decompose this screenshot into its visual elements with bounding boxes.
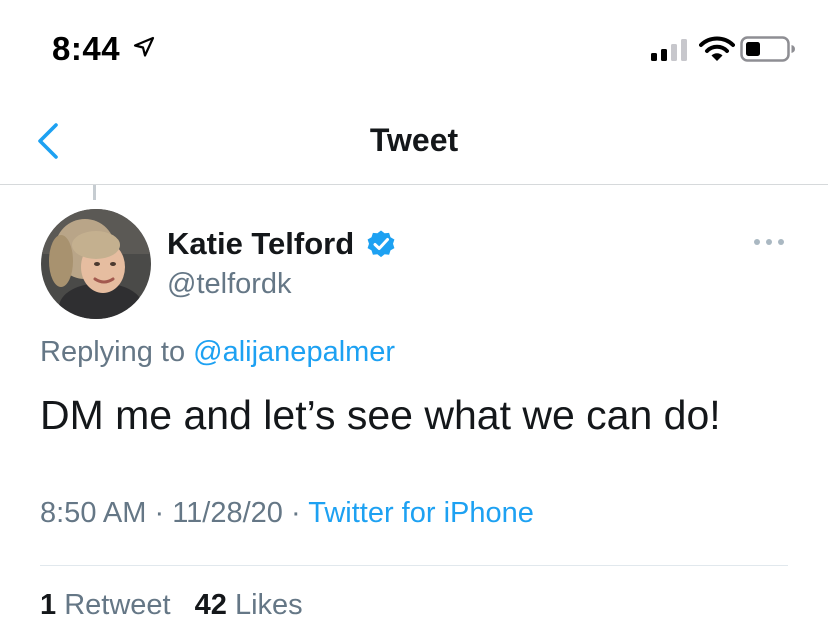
retweets-label: Retweet: [64, 589, 171, 621]
retweets-stat[interactable]: 1 Retweet: [40, 589, 171, 622]
author-name[interactable]: Katie Telford: [167, 226, 354, 262]
verified-badge-icon: [367, 230, 395, 258]
avatar[interactable]: [41, 209, 151, 319]
battery-icon: [740, 36, 795, 62]
tweet-source-link[interactable]: Twitter for iPhone: [308, 497, 534, 529]
more-options-icon[interactable]: [752, 232, 786, 252]
likes-label: Likes: [234, 589, 303, 621]
status-time: 8:44: [52, 30, 121, 67]
tweet-stats: 1 Retweet 42 Likes: [40, 589, 303, 622]
tweet-time: 8:50 AM: [40, 497, 147, 529]
likes-stat[interactable]: 42 Likes: [195, 589, 303, 622]
location-arrow-icon: [133, 36, 155, 57]
thread-connector-line: [93, 185, 96, 200]
wifi-icon: [699, 36, 735, 61]
nav-bar: Tweet: [0, 100, 828, 185]
meta-separator: ·: [291, 497, 301, 529]
author-handle[interactable]: @telfordk: [167, 268, 292, 301]
meta-separator: ·: [154, 497, 165, 529]
retweets-count: 1: [40, 589, 57, 621]
replying-to: Replying to @alijanepalmer: [40, 336, 395, 369]
cellular-signal-icon: [651, 39, 687, 61]
tweet-date: 11/28/20: [172, 497, 283, 529]
status-bar: 8:44: [0, 0, 828, 90]
tweet-text: DM me and let’s see what we can do!: [40, 392, 721, 438]
tweet-metadata: 8:50 AM · 11/28/20 · Twitter for iPhone: [40, 497, 534, 530]
avatar-photo: [41, 209, 151, 319]
divider: [40, 565, 788, 566]
reply-mention-link[interactable]: @alijanepalmer: [193, 336, 395, 368]
page-title: Tweet: [369, 122, 459, 158]
replying-to-label: Replying to: [40, 336, 186, 368]
likes-count: 42: [194, 589, 227, 621]
